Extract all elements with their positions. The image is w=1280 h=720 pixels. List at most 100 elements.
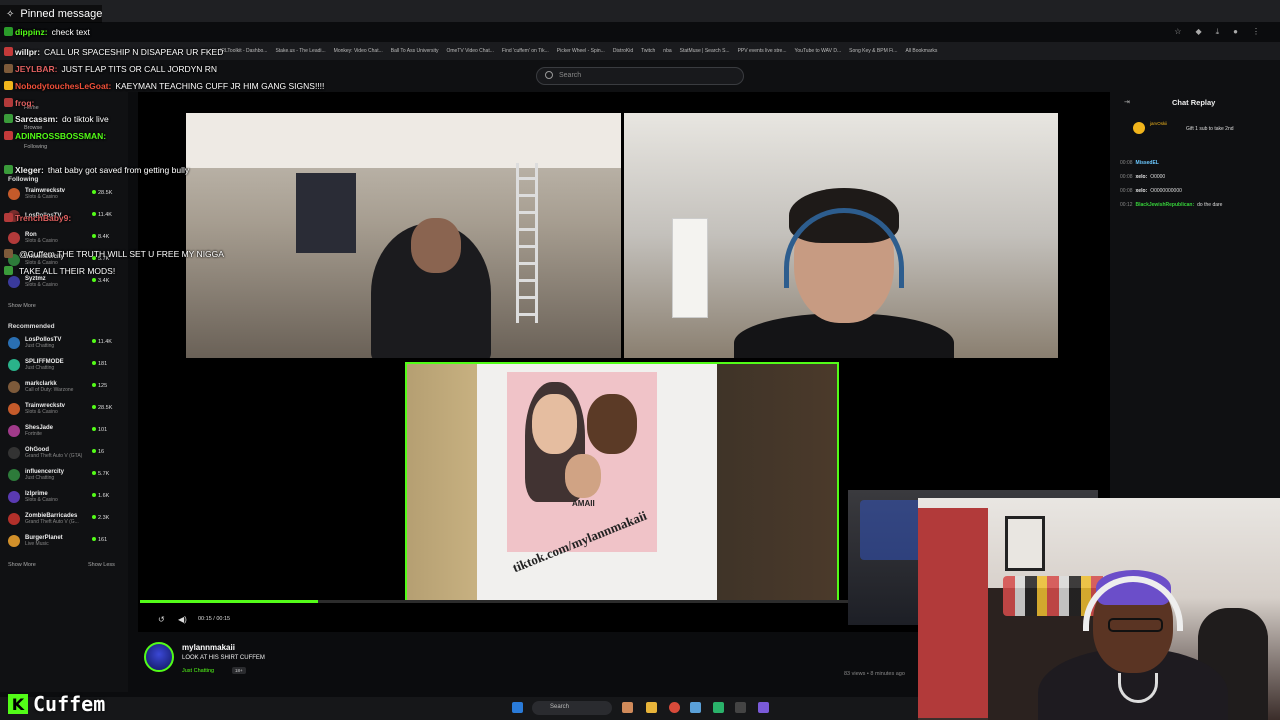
overlay-username: Sarcassm: — [15, 114, 59, 124]
sidebar-channel[interactable]: SPLIFFMODE Just Chatting — [8, 359, 64, 371]
badge-icon — [4, 165, 13, 174]
bookmark-item[interactable]: Find 'cuffem' on Tik... — [502, 48, 549, 54]
channel-text: ShesJade Fortnite — [25, 425, 53, 437]
person-left-head — [411, 218, 461, 273]
extension-icon[interactable]: ◆ — [1195, 27, 1201, 37]
replay-text: O0000 — [1150, 174, 1166, 180]
bookmark-item[interactable]: OmeTV Video Chat... — [446, 48, 493, 54]
search-input[interactable]: Search — [536, 67, 744, 85]
app-icon-3[interactable] — [735, 702, 746, 713]
badge-icon — [4, 266, 13, 275]
replay-username[interactable]: BlackJewishRepublican: — [1136, 202, 1195, 208]
overlay-username: JEYLBAR: — [15, 64, 58, 74]
channel-category: Fortnite — [25, 431, 42, 437]
sidebar-channel[interactable]: BurgerPlanet Live Music — [8, 535, 63, 547]
streamer-avatar[interactable] — [144, 642, 174, 672]
overlay-text: KAEYMAN TEACHING CUFF JR HIM GANG SIGNS!… — [115, 81, 325, 91]
print-face-woman — [532, 394, 577, 454]
sidebar-channel[interactable]: LosPollosTV Just Chatting — [8, 337, 61, 349]
channel-avatar — [8, 425, 20, 437]
channel-avatar — [8, 491, 20, 503]
ladder — [516, 163, 538, 323]
overlay-message: @Cuffem THE TRUTH WILL SET U FREE MY NIG… — [4, 249, 224, 259]
overlay-message: Sarcassm: do tiktok live — [4, 114, 109, 124]
overlay-username: ADINROSSBOSSMAN: — [15, 131, 107, 141]
streamer-name[interactable]: mylannmakaii — [182, 643, 235, 652]
bookmark-item[interactable]: Ball To Ass University — [391, 48, 439, 54]
discord-icon[interactable] — [758, 702, 769, 713]
widget-icon[interactable] — [622, 702, 633, 713]
video-tile-right — [624, 113, 1058, 358]
print-face-man — [587, 394, 637, 454]
stream-info: mylannmakaii LOOK AT HIS SHIRT CUFFEM Ju… — [140, 640, 920, 680]
channel-avatar — [8, 381, 20, 393]
collapse-icon[interactable]: ⇥ — [1124, 98, 1130, 106]
download-icon[interactable]: ⤓ — [1216, 27, 1220, 37]
overlay-text: that baby got saved from getting bully — [47, 165, 190, 175]
profile-icon[interactable]: ● — [1233, 27, 1238, 37]
sidebar-channel[interactable]: influencercity Just Chatting — [8, 469, 64, 481]
replay-timestamp: 00:08 — [1120, 188, 1133, 194]
replay-message: 00:08 xelo: O0000 — [1120, 174, 1165, 180]
search-icon — [545, 71, 553, 79]
time-readout: 00:15 / 00:15 — [198, 616, 231, 622]
shirt-small-text: AMAII — [572, 499, 595, 508]
replay-icon[interactable]: ↺ — [158, 615, 165, 624]
menu-icon[interactable]: ⋮ — [1252, 27, 1260, 37]
bookmark-item[interactable]: Song Key & BPM Fi... — [849, 48, 897, 54]
app-icon[interactable] — [690, 702, 701, 713]
channel-avatar — [8, 469, 20, 481]
progress-bar[interactable] — [140, 600, 920, 603]
video-controls: ↺ ◀) 00:15 / 00:15 — [140, 600, 920, 630]
overlay-username: dippinz: — [15, 27, 48, 37]
sidebar-channel[interactable]: Trainwreckstv Slots & Casino — [8, 403, 65, 415]
chat-replay-panel: ⇥ Chat Replay jarvOskii Gift 1 sub to ta… — [1110, 92, 1280, 502]
bookmark-item[interactable]: Picker Wheel - Spin... — [557, 48, 605, 54]
app-icon-2[interactable] — [713, 702, 724, 713]
bookmark-item[interactable]: PPV events live stre... — [738, 48, 787, 54]
replay-timestamp: 00:08 — [1120, 174, 1133, 180]
pinned-message-bar: ✧ Pinned message — [0, 5, 103, 23]
star-icon[interactable]: ☆ — [1174, 27, 1181, 37]
show-less-recommended[interactable]: Show Less — [88, 562, 115, 568]
viewer-count: 2.3K — [92, 515, 109, 521]
replay-username[interactable]: MissedEL — [1136, 160, 1159, 166]
replay-text: do the dare — [1197, 202, 1223, 208]
replay-username[interactable]: xelo: — [1136, 188, 1148, 194]
age-badge: 18+ — [232, 667, 246, 674]
replay-text: O0000000000 — [1150, 188, 1182, 194]
coin-icon — [1133, 122, 1145, 134]
bookmark-item[interactable]: Twitch — [641, 48, 655, 54]
replay-username[interactable]: xelo: — [1136, 174, 1148, 180]
sidebar-channel[interactable]: lzlprime Slots & Casino — [8, 491, 58, 503]
show-more-recommended[interactable]: Show More — [8, 562, 36, 568]
channel-category: Grand Theft Auto V (G... — [25, 519, 79, 525]
chrome-icon[interactable] — [669, 702, 680, 713]
bookmark-item[interactable]: All Bookmarks — [905, 48, 937, 54]
replay-message: 00:08 MissedEL — [1120, 160, 1162, 166]
cuffem-brand: K Cuffem — [8, 692, 105, 716]
start-icon[interactable] — [512, 702, 523, 713]
bookmark-item[interactable]: YouTube to WAV D... — [795, 48, 842, 54]
folder-icon[interactable] — [646, 702, 657, 713]
taskbar-search[interactable]: Search — [532, 701, 612, 715]
show-more-following[interactable]: Show More — [8, 303, 36, 309]
sidebar-channel[interactable]: ShesJade Fortnite — [8, 425, 53, 437]
kick-logo-icon: K — [8, 694, 28, 714]
volume-icon[interactable]: ◀) — [178, 615, 187, 624]
viewer-count: 5.7K — [92, 471, 109, 477]
bookmark-item[interactable]: nba — [663, 48, 671, 54]
sidebar-channel[interactable]: OhGood Grand Theft Auto V (GTA) — [8, 447, 82, 459]
channel-category: Live Music — [25, 541, 49, 547]
channel-avatar — [8, 535, 20, 547]
bookmark-item[interactable]: StatMuse | Search S... — [680, 48, 730, 54]
chat-overlay: ✧ Pinned message dippinz: check text willp… — [0, 0, 370, 290]
bookmark-item[interactable]: DistroKid — [613, 48, 633, 54]
overlay-text: JUST FLAP TITS OR CALL JORDYN RN — [61, 64, 218, 74]
badge-icon — [4, 27, 13, 36]
channel-avatar — [8, 513, 20, 525]
gift-banner[interactable]: jarvOskii Gift 1 sub to take 2nd — [1130, 120, 1270, 138]
sidebar-channel[interactable]: ZombieBarricades Grand Theft Auto V (G... — [8, 513, 79, 525]
stream-category[interactable]: Just Chatting — [182, 668, 214, 674]
sidebar-channel[interactable]: markclarkk Call of Duty: Warzone — [8, 381, 73, 393]
